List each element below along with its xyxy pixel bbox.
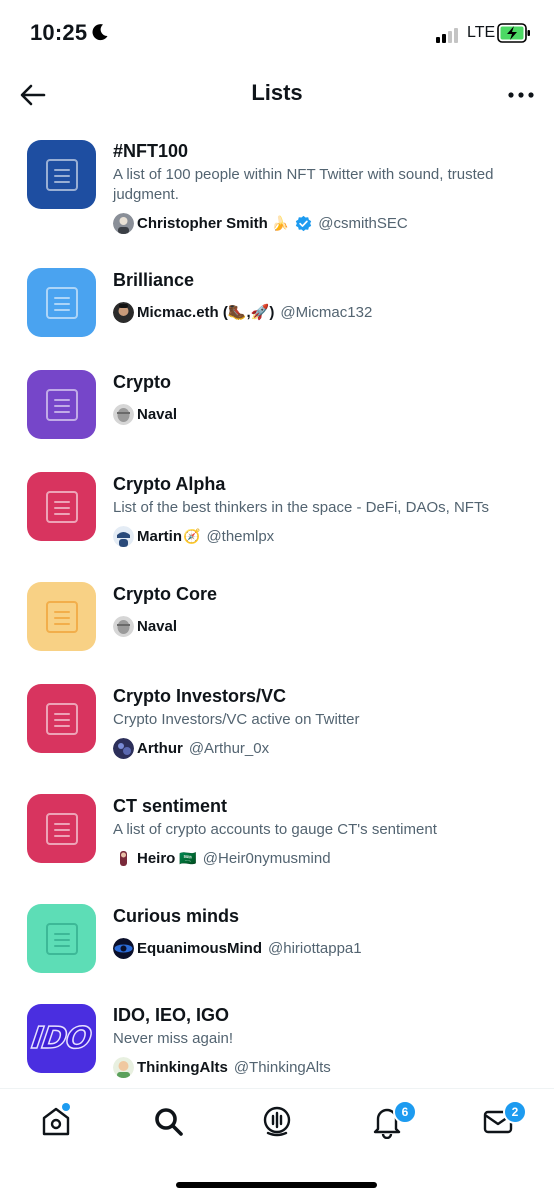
list-item[interactable]: #NFT100 A list of 100 people within NFT … [0,124,554,244]
list-name: Crypto [113,372,171,392]
list-name: Crypto Alpha [113,474,226,494]
owner-handle: @Heir0nymusmind [202,849,331,867]
avatar [113,847,134,869]
avatar [113,737,134,759]
avatar [113,1056,134,1078]
owner-name: Naval [137,405,178,423]
list-owner[interactable]: Naval [113,403,533,425]
list-cover [27,472,96,541]
list-cover [27,582,96,651]
spaces-icon[interactable] [259,1103,295,1139]
list-name: Brilliance [113,270,195,290]
list-description: Crypto Investors/VC active on Twitter [113,711,360,728]
owner-handle: @Arthur_0x [188,739,270,757]
moon-icon [92,24,108,41]
verified-badge-icon [296,215,312,231]
battery-charging-icon [497,23,530,43]
list-description: List of the best thinkers in the space -… [113,499,489,516]
owner-name: Micmac.eth (🥾,🚀) [137,304,275,321]
list-name: #NFT100 [113,141,189,161]
list-name: Curious minds [113,906,240,926]
owner-name: Christopher Smith [137,214,268,232]
avatar [113,301,134,323]
list-item[interactable]: Curious minds EquanimousMind @hiriottapp… [0,890,554,985]
list-description: A list of 100 people within NFT Twitter … [113,166,494,203]
list-name: CT sentiment [113,796,228,816]
list-doc-icon [45,286,78,319]
owner-handle: @hiriottappa1 [268,939,362,957]
header: Lists [0,66,554,122]
status-time: 10:25 [30,20,88,45]
list-owner[interactable]: ThinkingAlts @ThinkingAlts [113,1056,533,1078]
owner-name: EquanimousMind [137,939,262,957]
list-item[interactable]: Crypto Core Naval [0,568,554,663]
list-cover [27,140,96,209]
list-owner[interactable]: Micmac.eth (🥾,🚀) @Micmac132 [113,301,533,323]
owner-handle: @csmithSEC [318,214,408,232]
owner-emoji: 🍌 [271,214,290,231]
list-cover [27,794,96,863]
list-cover [27,904,96,973]
owner-emoji: 🇸🇦 [179,849,197,866]
owner-name: Naval [137,617,178,635]
home-unread-dot [62,1103,70,1111]
messages-badge: 2 [503,1100,527,1124]
list-item[interactable]: Crypto Investors/VC Crypto Investors/VC … [0,670,554,775]
network-label: LTE [467,24,496,41]
avatar [113,212,134,234]
list-name: IDO, IEO, IGO [113,1005,230,1025]
list-item[interactable]: Crypto Naval [0,356,554,451]
list-doc-icon [45,702,78,735]
list-owner[interactable]: Arthur @Arthur_0x [113,737,533,759]
list-doc-icon [45,490,78,523]
page-title: Lists [251,80,303,105]
owner-name: Martin [137,527,182,545]
list-owner[interactable]: EquanimousMind @hiriottappa1 [113,937,533,959]
list-doc-icon [45,158,78,191]
list-owner[interactable]: Christopher Smith 🍌 @csmithSEC [113,212,533,234]
list-item[interactable]: IDO IDO, IEO, IGO Never miss again! Thin… [0,994,554,1084]
list-item[interactable]: CT sentiment A list of crypto accounts t… [0,780,554,885]
more-horizontal-icon[interactable] [506,80,536,110]
owner-name: Heiro [137,849,176,867]
notifications-badge: 6 [393,1100,417,1124]
signal-icon [436,27,462,43]
list-description: Never miss again! [113,1030,234,1047]
list-doc-icon [45,812,78,845]
list-cover [27,370,96,439]
list-cover [27,684,96,753]
list-cover: IDO [27,1004,96,1073]
owner-name: Arthur [137,739,183,757]
list-owner[interactable]: Martin 🧭 @themlpx [113,525,533,547]
list-name: Crypto Core [113,584,218,604]
list-doc-icon [45,922,78,955]
list-name: Crypto Investors/VC [113,686,287,706]
avatar [113,937,134,959]
ido-logo: IDO [29,1020,94,1057]
list-cover [27,268,96,337]
list-doc-icon [45,600,78,633]
owner-handle: @themlpx [206,527,275,545]
search-icon[interactable] [150,1103,186,1139]
avatar [113,525,134,547]
list-item[interactable]: Crypto Alpha List of the best thinkers i… [0,458,554,563]
home-indicator [176,1182,377,1188]
list-owner[interactable]: Naval [113,615,533,637]
status-bar: 10:25 LTE [0,0,554,66]
owner-emoji: 🧭 [183,527,201,544]
avatar [113,615,134,637]
owner-handle: @Micmac132 [280,303,373,321]
list-description: A list of crypto accounts to gauge CT's … [113,821,437,838]
avatar [113,403,134,425]
owner-handle: @ThinkingAlts [233,1058,331,1076]
list-doc-icon [45,388,78,421]
list-item[interactable]: Brilliance Micmac.eth (🥾,🚀) @Micmac132 [0,254,554,349]
list-owner[interactable]: Heiro 🇸🇦 @Heir0nymusmind [113,847,533,869]
owner-name: ThinkingAlts [137,1058,228,1076]
